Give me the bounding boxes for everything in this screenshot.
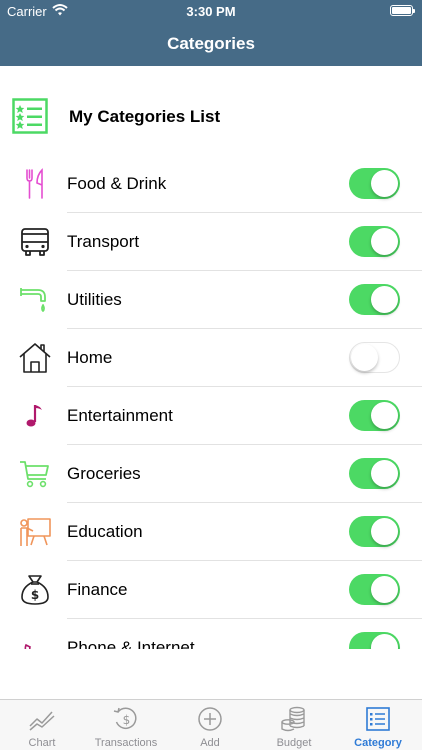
tab-label: Category — [354, 737, 402, 749]
entertainment-toggle[interactable] — [349, 400, 400, 431]
category-label: Utilities — [67, 290, 122, 309]
category-row-entertainment: Entertainment — [0, 387, 422, 445]
category-label: Finance — [67, 580, 128, 599]
tab-bar: Chart $ Transactions Add Budget Category — [0, 699, 422, 750]
category-row-finance: $ Finance — [0, 561, 422, 619]
money-bag-icon: $ — [21, 575, 49, 605]
tab-add[interactable]: Add — [168, 700, 252, 751]
list-icon — [366, 707, 390, 731]
tab-category[interactable]: Category — [336, 700, 420, 751]
tab-chart[interactable]: Chart — [0, 700, 84, 751]
faucet-icon — [20, 288, 46, 312]
tab-label: Transactions — [94, 737, 158, 749]
food-drink-toggle[interactable] — [349, 168, 400, 199]
groceries-toggle[interactable] — [349, 458, 400, 489]
tab-label: Add — [200, 737, 220, 749]
categories-header: My Categories List — [0, 66, 422, 166]
category-label: Food & Drink — [67, 174, 167, 193]
section-title: My Categories List — [69, 107, 221, 126]
tab-label: Budget — [276, 737, 312, 749]
battery-icon — [390, 5, 415, 16]
cart-icon — [20, 461, 49, 488]
music-note-icon — [26, 405, 42, 427]
phone-icon — [24, 643, 32, 649]
svg-text:$: $ — [31, 588, 39, 602]
teacher-board-icon — [20, 518, 51, 546]
line-chart-icon — [29, 711, 55, 731]
svg-text:$: $ — [123, 713, 131, 727]
category-row-utilities: Utilities — [0, 271, 422, 329]
status-bar: Carrier 3:30 PM — [0, 0, 422, 22]
navigation-bar: Carrier 3:30 PM Categories — [0, 0, 422, 66]
category-row-home: Home — [0, 329, 422, 387]
category-row-education: Education — [0, 503, 422, 561]
fork-knife-icon — [26, 168, 43, 199]
category-label: Entertainment — [67, 406, 173, 425]
clock: 3:30 PM — [186, 4, 236, 19]
coin-stack-icon — [281, 706, 305, 732]
transport-toggle[interactable] — [349, 226, 400, 257]
category-row-food-drink: Food & Drink — [0, 155, 422, 213]
education-toggle[interactable] — [349, 516, 400, 547]
tab-budget[interactable]: Budget — [252, 700, 336, 751]
page-title: Categories — [167, 34, 255, 53]
bus-icon — [21, 228, 49, 256]
category-label: Home — [67, 348, 113, 367]
home-toggle[interactable] — [349, 342, 400, 373]
category-label: Transport — [67, 232, 140, 251]
category-row-phone-internet: Phone & Internet — [0, 619, 422, 649]
checklist-icon — [12, 98, 48, 134]
category-label: Phone & Internet — [67, 638, 195, 649]
category-list: Food & Drink Transport Utilities Home En… — [0, 155, 422, 649]
tab-transactions[interactable]: $ Transactions — [84, 700, 168, 751]
dollar-cycle-icon: $ — [113, 707, 137, 729]
category-label: Groceries — [67, 464, 141, 483]
finance-toggle[interactable] — [349, 574, 400, 605]
tab-label: Chart — [28, 737, 56, 749]
category-row-groceries: Groceries — [0, 445, 422, 503]
house-icon — [19, 343, 51, 373]
plus-circle-icon — [198, 707, 222, 731]
utilities-toggle[interactable] — [349, 284, 400, 315]
phone-internet-toggle[interactable] — [349, 632, 400, 649]
category-label: Education — [67, 522, 143, 541]
category-row-transport: Transport — [0, 213, 422, 271]
